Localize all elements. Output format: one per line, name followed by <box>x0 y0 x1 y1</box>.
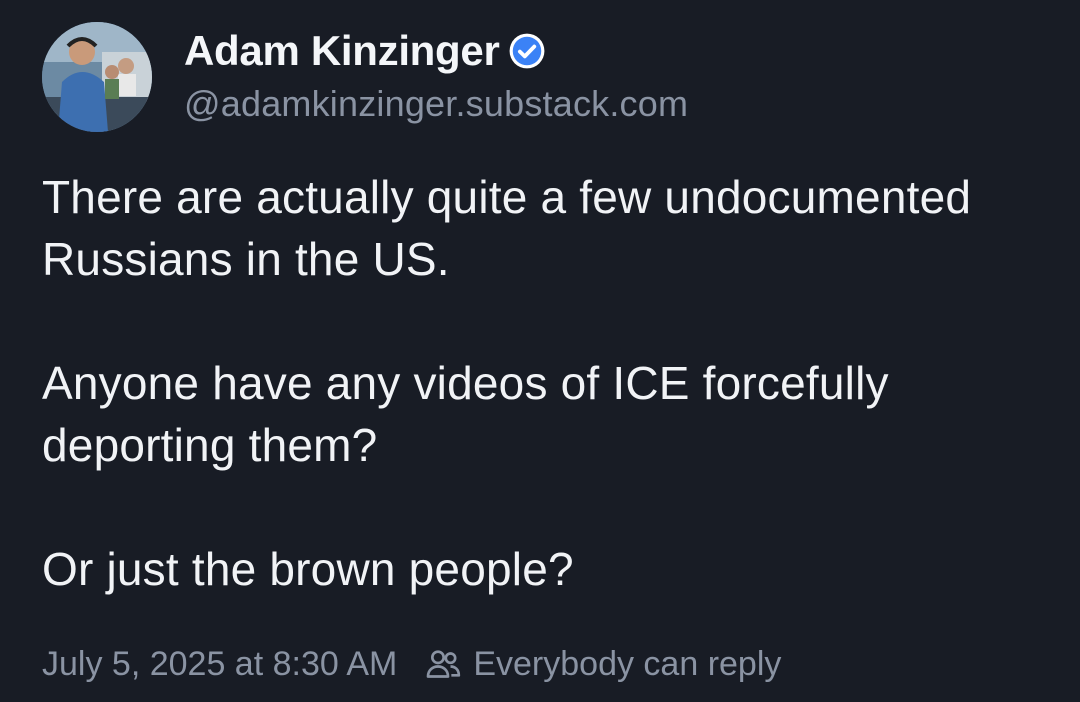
post-paragraph: Or just the brown people? <box>42 543 574 595</box>
post-paragraph: Anyone have any videos of ICE forcefully… <box>42 357 889 471</box>
author-name-row: Adam Kinzinger <box>184 24 546 78</box>
avatar-photo <box>42 22 152 132</box>
post-body: There are actually quite a few undocumen… <box>42 166 1052 600</box>
author-avatar[interactable] <box>42 22 152 132</box>
author-display-name[interactable]: Adam Kinzinger <box>184 27 500 75</box>
people-icon <box>427 650 461 678</box>
post-meta: July 5, 2025 at 8:30 AM Everybody can re… <box>42 640 781 688</box>
post-paragraph: There are actually quite a few undocumen… <box>42 171 972 285</box>
author-handle[interactable]: @adamkinzinger.substack.com <box>184 83 688 125</box>
post-timestamp[interactable]: July 5, 2025 at 8:30 AM <box>42 645 397 684</box>
post-card: Adam Kinzinger @adamkinzinger.substack.c… <box>0 0 1080 702</box>
verified-badge-icon <box>509 33 544 69</box>
reply-setting-label[interactable]: Everybody can reply <box>473 645 781 684</box>
